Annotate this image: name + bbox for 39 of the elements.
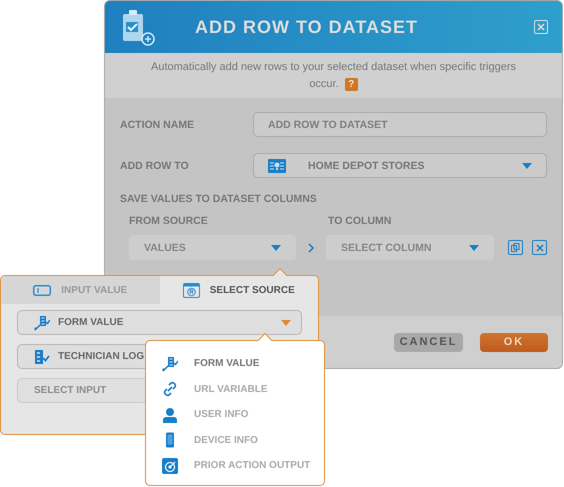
- menu-item[interactable]: URL VARIABLE: [162, 376, 324, 402]
- dataset-icon: [268, 158, 286, 172]
- chevron-right-icon: [306, 242, 316, 254]
- source-dropdown[interactable]: FORM VALUE: [17, 310, 302, 335]
- clipboard-add-icon: [121, 8, 155, 46]
- delete-icon[interactable]: [532, 240, 547, 255]
- source-dropdown[interactable]: VALUES: [129, 235, 296, 260]
- field-label: ADD ROW TO: [120, 160, 190, 172]
- menu-item[interactable]: DEVICE INFO: [162, 428, 324, 453]
- column-label: FROM SOURCE: [129, 215, 209, 227]
- close-icon[interactable]: [534, 20, 548, 34]
- menu-item[interactable]: USER INFO: [162, 402, 324, 428]
- dialog-title: ADD ROW TO DATASET: [194, 16, 419, 38]
- caret-icon: [469, 244, 479, 250]
- source-icon: [182, 282, 200, 298]
- ok-button[interactable]: OK: [480, 332, 548, 352]
- caret-icon: [281, 320, 291, 326]
- form-icon: [162, 356, 178, 372]
- text-field-icon: [33, 284, 52, 296]
- link-icon: [162, 381, 178, 398]
- user-icon: [162, 406, 178, 423]
- copy-icon[interactable]: [508, 240, 523, 255]
- help-badge[interactable]: ?: [344, 78, 358, 90]
- column-label: TO COLUMN: [328, 215, 392, 227]
- field-label: ACTION NAME: [120, 118, 196, 130]
- caret-icon: [271, 244, 281, 250]
- action-name-field[interactable]: ADD ROW TO DATASET: [253, 112, 547, 137]
- description-text: Automatically add new rows to your selected dataset when specific triggers occur. ?: [150, 60, 517, 92]
- column-dropdown[interactable]: SELECT COLUMN: [326, 235, 494, 260]
- section-heading: SAVE VALUES TO DATASET COLUMNS: [120, 193, 318, 205]
- cancel-button[interactable]: CANCEL: [394, 332, 463, 352]
- target-icon: [162, 458, 178, 474]
- menu-item[interactable]: PRIOR ACTION OUTPUT: [162, 453, 324, 478]
- menu-item[interactable]: FORM VALUE: [162, 351, 324, 376]
- caret-icon: [522, 162, 532, 168]
- tab[interactable]: INPUT VALUE: [1, 276, 160, 304]
- dataset-dropdown[interactable]: HOME DEPOT STORES: [253, 153, 547, 178]
- form-check-icon: [34, 348, 50, 364]
- form-icon: [34, 314, 50, 330]
